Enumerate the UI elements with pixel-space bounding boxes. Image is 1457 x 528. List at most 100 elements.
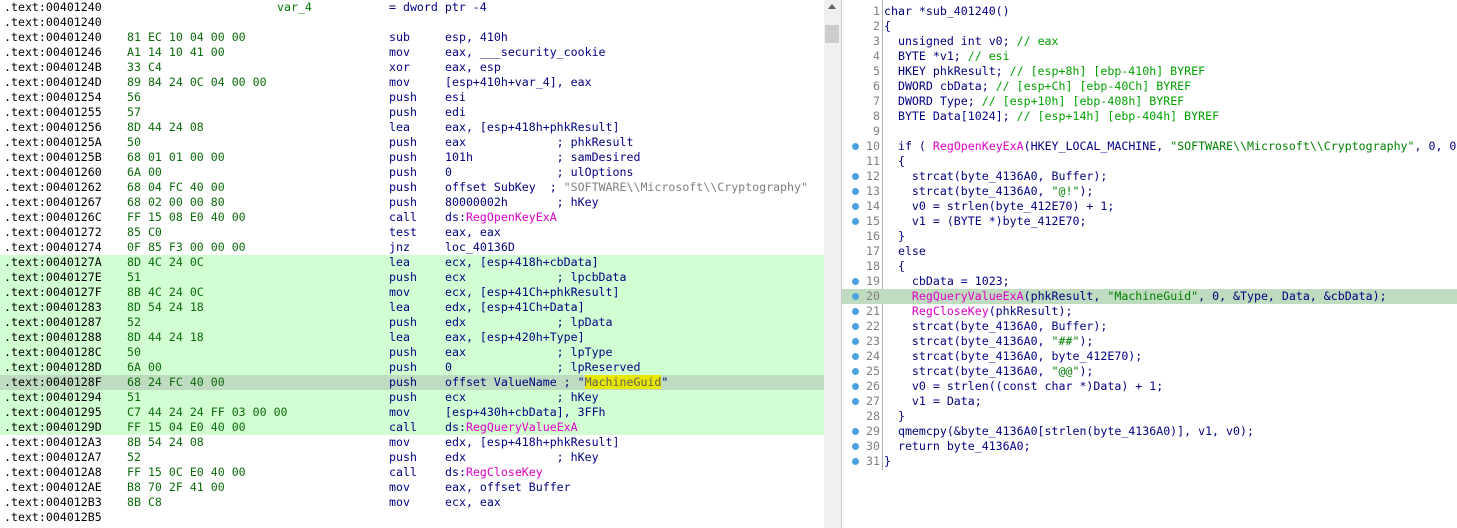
address[interactable]: .text:00401288 [4,330,102,345]
opcode-bytes[interactable]: 52 [127,315,141,330]
api-call[interactable]: RegOpenKeyExA [933,139,1024,153]
opcode-bytes[interactable]: 68 02 00 00 80 [127,195,225,210]
disasm-line[interactable]: .text:00401255 57 push edi [0,105,824,120]
operand-text[interactable]: ecx ; hKey [445,390,599,404]
address[interactable]: .text:00401287 [4,315,102,330]
operand-text[interactable]: eax, esp [445,60,501,74]
code-token[interactable] [884,304,912,318]
address[interactable]: .text:00401240 [4,30,102,45]
pseudocode-line[interactable]: 20 RegQueryValueExA(phkResult, "MachineG… [842,289,1457,304]
pseudocode-line[interactable]: 4 BYTE *v1; // esi [842,49,1457,64]
operands[interactable]: loc_40136D [445,240,515,255]
disasm-line[interactable]: .text:004012AE B8 70 2F 41 00 mov eax, offs… [0,480,824,495]
code-token[interactable]: BYTE *v1; [884,49,968,63]
disasm-line[interactable]: .text:0040127F 8B 4C 24 0C mov ecx, [esp+41… [0,285,824,300]
opcode-bytes[interactable]: FF 15 0C E0 40 00 [127,465,246,480]
string-literal[interactable]: "MachineGuid" [1107,289,1198,303]
operand-text[interactable]: " [661,375,668,389]
opcode-bytes[interactable]: 8D 44 24 18 [127,330,204,345]
operand-text[interactable]: 101h ; samDesired [445,150,640,164]
opcode-bytes[interactable]: 81 EC 10 04 00 00 [127,30,246,45]
operand-text[interactable]: esp, 410h [445,30,508,44]
address[interactable]: .text:00401260 [4,165,102,180]
code-text[interactable]: { [884,19,891,34]
disasm-line[interactable]: .text:00401295 C7 44 24 24 FF 03 00 00 mov… [0,405,824,420]
opcode-bytes[interactable]: 6A 00 [127,360,162,375]
code-token[interactable]: } [884,229,905,243]
pseudocode-line[interactable]: 18 { [842,259,1457,274]
disasm-line[interactable]: .text:00401274 0F 85 F3 00 00 00 jnz loc_40… [0,240,824,255]
code-text[interactable]: { [884,154,905,169]
operands[interactable]: edx, [esp+41Ch+Data] [445,300,585,315]
pseudocode-line[interactable]: 3 unsigned int v0; // eax [842,34,1457,49]
operand-text[interactable]: esi [445,90,466,104]
pseudocode-line[interactable]: 23 strcat(byte_4136A0, "##"); [842,334,1457,349]
address[interactable]: .text:0040126C [4,210,102,225]
address[interactable]: .text:0040127A [4,255,102,270]
string-literal[interactable]: "@@" [1052,364,1080,378]
address[interactable]: .text:0040127F [4,285,102,300]
disassembly-view[interactable]: .text:00401240 var_4 = dword ptr -4 .text:0… [0,0,824,528]
operand-text[interactable]: [esp+410h+var_4], eax [445,75,592,89]
opcode-bytes[interactable]: 52 [127,450,141,465]
operand-text[interactable]: loc_40136D [445,240,515,254]
pseudocode-line[interactable]: 12 strcat(byte_4136A0, Buffer); [842,169,1457,184]
operand-text[interactable]: eax ; phkResult [445,135,633,149]
disassembly-scrollbar[interactable] [824,0,841,528]
code-text[interactable]: DWORD Type; // [esp+10h] [ebp-408h] BYRE… [884,94,1184,109]
scroll-thumb[interactable] [825,25,839,43]
disasm-line[interactable]: .text:0040124D 89 84 24 0C 04 00 00 mov [es… [0,75,824,90]
operands[interactable]: eax, offset Buffer [445,480,571,495]
address[interactable]: .text:00401274 [4,240,102,255]
code-token[interactable]: (HKEY_LOCAL_MACHINE, [1024,139,1171,153]
import-name[interactable]: RegCloseKey [466,465,543,479]
pseudocode-line[interactable]: 7 DWORD Type; // [esp+10h] [ebp-408h] BY… [842,94,1457,109]
mnemonic[interactable]: test [389,225,417,240]
pseudocode-line[interactable]: 8 BYTE Data[1024]; // [esp+14h] [ebp-404… [842,109,1457,124]
address[interactable]: .text:0040127E [4,270,102,285]
opcode-bytes[interactable]: A1 14 10 41 00 [127,45,225,60]
code-token[interactable]: v1 = Data; [884,394,982,408]
address[interactable]: .text:004012B5 [4,510,102,525]
operand-text[interactable]: edx, [esp+418h+phkResult] [445,435,620,449]
operand-text[interactable]: edx, [esp+41Ch+Data] [445,300,585,314]
address[interactable]: .text:004012A7 [4,450,102,465]
code-text[interactable]: { [884,259,905,274]
code-text[interactable]: unsigned int v0; // eax [884,34,1059,49]
opcode-bytes[interactable]: FF 15 04 E0 40 00 [127,420,246,435]
mnemonic[interactable]: sub [389,30,410,45]
code-text[interactable]: qmemcpy(&byte_4136A0[strlen(byte_4136A0)… [884,424,1254,439]
operands[interactable]: [esp+430h+cbData], 3FFh [445,405,606,420]
operands[interactable]: ecx ; hKey [445,390,599,405]
operands[interactable]: edi [445,105,466,120]
code-token[interactable]: v0 = strlen((const char *)Data) + 1; [884,379,1163,393]
operands[interactable]: eax, [esp+420h+Type] [445,330,585,345]
mnemonic[interactable]: push [389,270,417,285]
operands[interactable]: offset ValueName ; "MachineGuid" [445,375,668,390]
pseudocode-line[interactable]: 10 if ( RegOpenKeyExA(HKEY_LOCAL_MACHINE… [842,139,1457,154]
operand-text[interactable]: offset ValueName ; " [445,375,585,389]
pseudocode-line[interactable]: 28 } [842,409,1457,424]
pseudocode-line[interactable]: 6 DWORD cbData; // [esp+Ch] [ebp-40Ch] B… [842,79,1457,94]
code-comment[interactable]: // [esp+14h] [ebp-404h] BYREF [1017,109,1219,123]
disasm-line[interactable]: .text:0040125B 68 01 01 00 00 push 101h ; s… [0,150,824,165]
code-text[interactable]: } [884,229,905,244]
code-token[interactable]: if ( [884,139,933,153]
address[interactable]: .text:00401255 [4,105,102,120]
opcode-bytes[interactable]: 89 84 24 0C 04 00 00 [127,75,267,90]
disasm-line[interactable]: .text:0040128F 68 24 FC 40 00 push offset V… [0,375,824,390]
code-text[interactable]: return byte_4136A0; [884,439,1031,454]
mnemonic[interactable]: push [389,165,417,180]
code-token[interactable]: char *sub_401240() [884,4,1010,18]
address[interactable]: .text:00401256 [4,120,102,135]
disasm-line[interactable]: .text:00401267 68 02 00 00 80 push 80000002… [0,195,824,210]
api-call[interactable]: RegCloseKey [912,304,989,318]
mnemonic[interactable]: push [389,180,417,195]
pseudocode-line[interactable]: 21 RegCloseKey(phkResult); [842,304,1457,319]
code-token[interactable] [884,289,912,303]
code-token[interactable]: strcat(byte_4136A0, Buffer); [884,319,1107,333]
operand-text[interactable]: ecx ; lpcbData [445,270,626,284]
operand-text[interactable]: edx ; hKey [445,450,599,464]
scroll-up-icon[interactable] [828,4,836,9]
operand-text[interactable]: ecx, [esp+41Ch+phkResult] [445,285,620,299]
